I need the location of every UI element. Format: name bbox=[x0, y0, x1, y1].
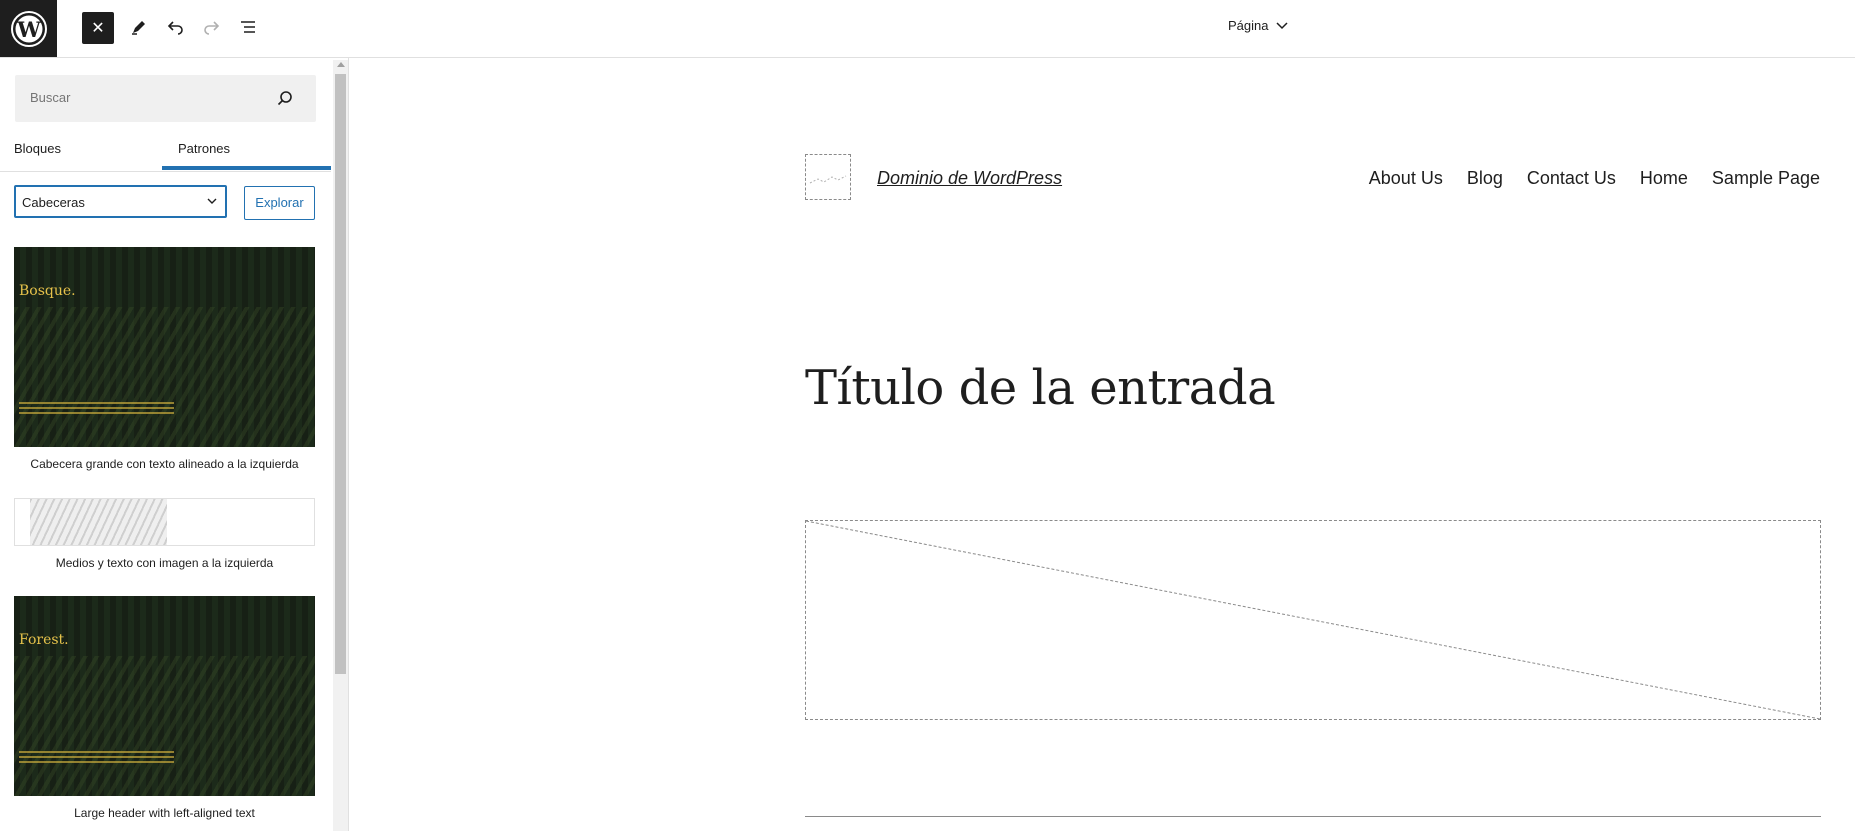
explore-button[interactable]: Explorar bbox=[244, 186, 315, 220]
sidebar-scrollbar[interactable] bbox=[333, 60, 348, 831]
site-title[interactable]: Dominio de WordPress bbox=[877, 168, 1062, 189]
nav-item-contact-us[interactable]: Contact Us bbox=[1527, 168, 1616, 189]
post-title[interactable]: Título de la entrada bbox=[805, 360, 1276, 416]
undo-button[interactable] bbox=[160, 11, 192, 43]
chevron-down-icon bbox=[1276, 21, 1289, 29]
pattern-heading: Forest. bbox=[19, 632, 69, 648]
pattern-caption: Large header with left-aligned text bbox=[74, 806, 255, 820]
document-title-dropdown[interactable]: Página bbox=[1228, 18, 1289, 33]
tab-patrones[interactable]: Patrones bbox=[162, 134, 331, 170]
chevron-down-icon bbox=[207, 198, 217, 204]
navigation-menu: About Us Blog Contact Us Home Sample Pag… bbox=[1369, 168, 1820, 189]
svg-text:W: W bbox=[16, 17, 41, 42]
site-logo-placeholder[interactable] bbox=[805, 154, 851, 200]
tools-button[interactable] bbox=[123, 11, 155, 43]
pattern-preview bbox=[14, 498, 315, 546]
nav-item-sample-page[interactable]: Sample Page bbox=[1712, 168, 1820, 189]
list-view-icon bbox=[241, 21, 255, 33]
tab-label: Bloques bbox=[14, 141, 61, 156]
search-icon[interactable] bbox=[276, 89, 294, 107]
search-box[interactable]: Buscar bbox=[15, 75, 316, 122]
pattern-preview: Forest. bbox=[14, 596, 315, 796]
pattern-text-lines bbox=[19, 751, 174, 766]
select-value: Cabeceras bbox=[22, 195, 85, 210]
tab-bloques[interactable]: Bloques bbox=[14, 134, 61, 171]
document-title: Página bbox=[1228, 18, 1269, 33]
close-icon: ✕ bbox=[91, 20, 105, 37]
editor-canvas[interactable]: Dominio de WordPress About Us Blog Conta… bbox=[349, 58, 1855, 831]
pattern-category-select[interactable]: Cabeceras bbox=[14, 185, 227, 218]
nav-item-home[interactable]: Home bbox=[1640, 168, 1688, 189]
separator bbox=[805, 816, 1821, 817]
featured-image-placeholder[interactable] bbox=[805, 520, 1821, 720]
scroll-thumb[interactable] bbox=[335, 74, 346, 674]
pattern-caption: Medios y texto con imagen a la izquierda bbox=[55, 556, 274, 570]
nav-item-blog[interactable]: Blog bbox=[1467, 168, 1503, 189]
close-inserter-button[interactable]: ✕ bbox=[82, 12, 114, 44]
wordpress-logo-button[interactable]: W bbox=[0, 0, 57, 57]
media-placeholder bbox=[30, 499, 167, 545]
placeholder-diagonal bbox=[806, 521, 1820, 719]
pattern-item[interactable]: Forest. Large header with left-aligned t… bbox=[14, 596, 315, 820]
editor-top-toolbar: W ✕ Página bbox=[0, 0, 1855, 58]
pattern-heading: Bosque. bbox=[19, 283, 76, 299]
image-placeholder-icon bbox=[809, 175, 847, 184]
search-input[interactable]: Buscar bbox=[30, 90, 70, 105]
nav-item-about-us[interactable]: About Us bbox=[1369, 168, 1443, 189]
pencil-icon bbox=[132, 21, 145, 35]
redo-button[interactable] bbox=[195, 11, 227, 43]
wordpress-icon: W bbox=[10, 10, 47, 47]
document-overview-button[interactable] bbox=[232, 11, 264, 43]
tab-label: Patrones bbox=[178, 141, 231, 156]
pattern-item[interactable]: Medios y texto con imagen a la izquierda bbox=[14, 498, 315, 570]
scroll-up-arrow-icon[interactable] bbox=[337, 62, 345, 67]
pattern-preview: Bosque. bbox=[14, 247, 315, 447]
pattern-item[interactable]: Bosque. Cabecera grande con texto alinea… bbox=[14, 247, 315, 471]
undo-icon bbox=[167, 21, 183, 35]
pattern-caption: Cabecera grande con texto alineado a la … bbox=[30, 457, 299, 471]
redo-icon bbox=[204, 21, 220, 35]
pattern-text-lines bbox=[19, 402, 174, 417]
inserter-tabs: Bloques Patrones bbox=[0, 134, 331, 172]
block-inserter-panel: Buscar Bloques Patrones Cabeceras Explor… bbox=[0, 58, 349, 831]
